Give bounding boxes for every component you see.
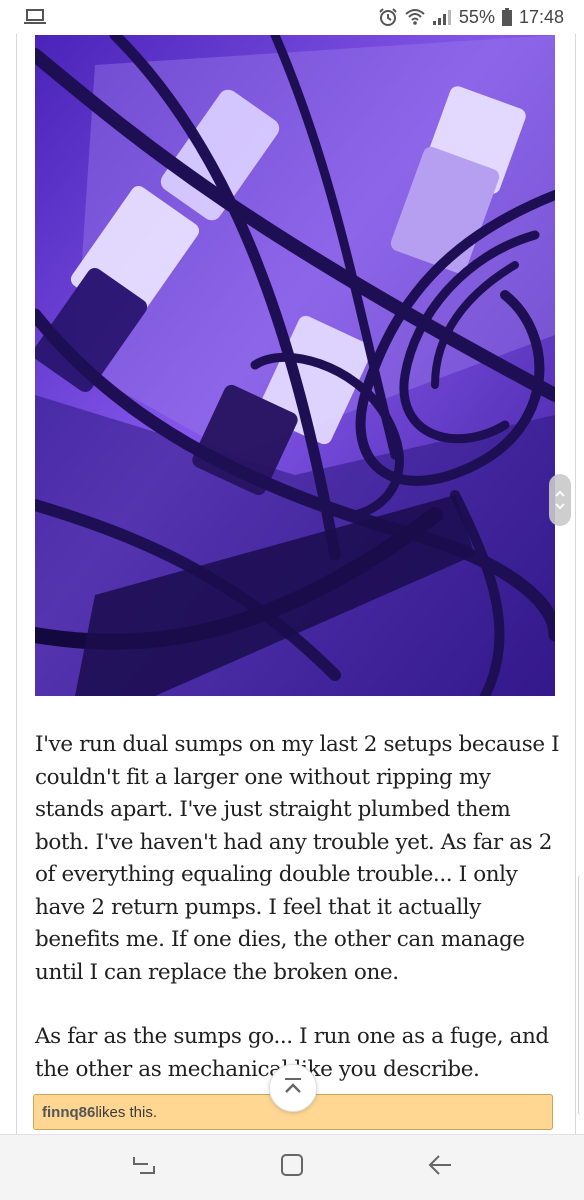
post-paragraph: I've run dual sumps on my last 2 setups …: [35, 732, 560, 985]
battery-icon: [501, 8, 512, 26]
signal-icon: [432, 8, 452, 26]
laptop-icon: [24, 9, 46, 25]
recents-icon: [131, 1153, 157, 1182]
like-user-link[interactable]: finnq86: [42, 1104, 95, 1121]
home-icon: [280, 1153, 304, 1182]
back-icon: [427, 1153, 453, 1182]
status-bar: 55% 17:48: [0, 0, 584, 34]
fast-scroll-handle[interactable]: [549, 474, 571, 526]
scroll-to-top-button[interactable]: [269, 1064, 317, 1112]
battery-percent: 55%: [458, 6, 495, 27]
recents-button[interactable]: [116, 1144, 172, 1192]
post-photo[interactable]: [35, 35, 555, 696]
likes-suffix: likes this.: [95, 1103, 158, 1121]
navigation-bar: [0, 1134, 584, 1200]
post-body: I've run dual sumps on my last 2 setups …: [35, 729, 563, 1118]
status-right: 55% 17:48: [378, 7, 564, 28]
wifi-icon: [405, 8, 425, 26]
back-button[interactable]: [412, 1144, 468, 1192]
chevron-down-icon: [555, 503, 565, 510]
edge-panel-handle[interactable]: [578, 875, 584, 1115]
post-content: I've run dual sumps on my last 2 setups …: [16, 34, 576, 1134]
status-left: [24, 9, 378, 25]
chevron-up-icon: [282, 1077, 304, 1100]
home-button[interactable]: [264, 1144, 320, 1192]
clock-time: 17:48: [518, 6, 564, 27]
alarm-icon: [378, 8, 398, 26]
chevron-up-icon: [555, 490, 565, 497]
